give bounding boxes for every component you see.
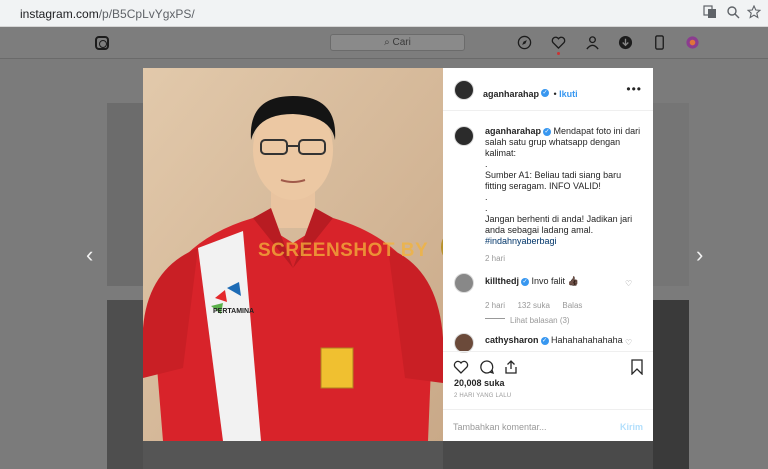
post-caption: aganharahap ✓ Mendapat foto ini dari sala… [485, 126, 645, 264]
follow-button[interactable]: Ikuti [559, 89, 578, 99]
like-comment-heart-icon[interactable]: ♡ [625, 339, 633, 347]
like-comment-heart-icon[interactable]: ♡ [625, 280, 633, 288]
explore-compass-icon[interactable] [517, 35, 532, 50]
caption-line: . [485, 159, 488, 169]
background-thumbnail [107, 300, 143, 469]
comment-bubble-icon[interactable] [479, 359, 495, 375]
screenshot-watermark: SCREENSHOT BY [258, 240, 429, 261]
like-heart-icon[interactable] [453, 359, 469, 375]
post-header: aganharahap ✓ • Ikuti ••• [443, 68, 653, 111]
avatar[interactable] [454, 273, 474, 293]
caption-hashtag[interactable]: #indahnyaberbagi [485, 236, 645, 247]
url-host: instagram.com [20, 7, 99, 21]
post-actions: 20,008 suka 2 HARI YANG LALU Tambahkan k… [443, 351, 653, 441]
caption-time: 2 hari [485, 254, 506, 263]
verified-badge-icon: ✓ [521, 277, 530, 286]
instagram-logo-icon[interactable] [95, 36, 109, 50]
translate-icon[interactable] [702, 5, 718, 21]
add-comment-input[interactable]: Tambahkan komentar... [453, 422, 547, 432]
download-extension-icon[interactable] [618, 35, 633, 50]
comment-username[interactable]: killthedj [485, 276, 519, 286]
caption-username[interactable]: aganharahap [485, 126, 541, 136]
bookmark-star-icon[interactable] [746, 4, 762, 21]
post-comment-button[interactable]: Kirim [620, 422, 643, 432]
mobile-phone-icon[interactable] [652, 35, 667, 50]
caption-line: . [485, 203, 488, 213]
next-post-arrow-icon[interactable]: › [696, 244, 703, 266]
url-path: /p/B5CpLvYgxPS/ [98, 7, 195, 21]
avatar[interactable] [454, 126, 474, 146]
zoom-icon[interactable] [725, 5, 741, 21]
background-thumbnail [443, 441, 653, 469]
pertamina-logo: PERTAMINA [213, 308, 255, 315]
avatar[interactable] [454, 80, 474, 100]
author-username[interactable]: aganharahap [483, 89, 539, 99]
verified-badge-icon: ✓ [543, 127, 552, 136]
comment-username[interactable]: cathysharon [485, 335, 539, 345]
activity-heart-icon[interactable] [551, 35, 566, 50]
profile-icon[interactable] [585, 35, 600, 50]
more-options-icon[interactable]: ••• [626, 82, 642, 96]
comment-text: Invo falit 👍🏿 [531, 276, 579, 286]
verified-badge-icon: ✓ [541, 88, 550, 97]
notification-dot [557, 52, 560, 55]
post-author: aganharahap ✓ • Ikuti [483, 88, 578, 99]
post-side-panel: aganharahap ✓ • Ikuti ••• aganharahap ✓ Me… [443, 68, 653, 441]
caption-line: Sumber A1: Beliau tadi siang baru fittin… [485, 170, 622, 191]
caption-line: Jangan berhenti di anda! Jadikan jari an… [485, 214, 633, 235]
comment: cathysharon ✓ Hahahahahahaha [485, 335, 623, 345]
comment-text: Hahahahahahaha [551, 335, 623, 345]
background-thumbnail [143, 441, 443, 469]
save-bookmark-icon[interactable] [629, 359, 645, 375]
background-thumbnail [653, 103, 689, 286]
search-input[interactable]: ⌕ Cari [330, 34, 465, 51]
likes-count[interactable]: 20,008 suka [454, 378, 505, 388]
verified-badge-icon: ✓ [540, 336, 549, 345]
background-thumbnail [107, 103, 143, 286]
comment-box: Tambahkan komentar... Kirim [443, 409, 653, 442]
post-timestamp: 2 HARI YANG LALU [454, 393, 512, 399]
avatar[interactable] [454, 333, 474, 353]
comment: killthedj ✓ Invo falit 👍🏿 [485, 276, 579, 287]
background-thumbnail [653, 300, 689, 469]
extension-circle-icon[interactable] [685, 35, 700, 50]
comment-likes[interactable]: 132 suka [517, 301, 549, 310]
browser-toolbar: instagram.com/p/B5CpLvYgxPS/ [0, 0, 768, 27]
view-replies-button[interactable]: Lihat balasan (3) [485, 310, 570, 328]
share-icon[interactable] [503, 359, 519, 375]
comment-time: 2 hari [485, 301, 506, 310]
address-bar[interactable]: instagram.com/p/B5CpLvYgxPS/ [20, 7, 195, 21]
previous-post-arrow-icon[interactable]: ‹ [86, 244, 93, 266]
reply-button[interactable]: Balas [562, 301, 582, 310]
caption-line: . [485, 192, 488, 202]
